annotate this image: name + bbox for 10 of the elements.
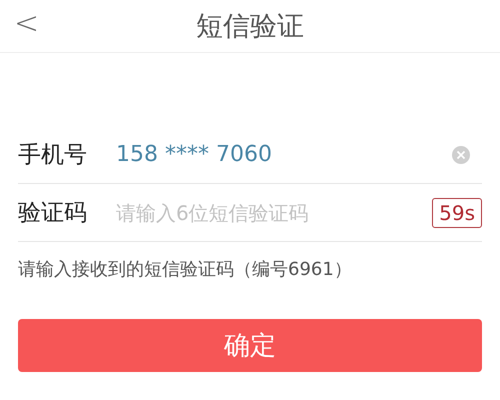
phone-label: 手机号 [18,141,88,170]
page-title: 短信验证 [196,10,304,44]
code-label: 验证码 [18,199,88,228]
phone-field[interactable]: 158 **** 7060 [116,142,452,167]
back-button[interactable]: < [10,6,44,41]
clear-icon[interactable] [452,146,470,164]
hint-text: 请输入接收到的短信验证码（编号6961） [17,258,353,281]
countdown-timer: 59s [432,198,482,228]
code-field[interactable]: 请输入6位短信验证码 [116,200,432,224]
confirm-button[interactable]: 确定 [18,319,482,372]
